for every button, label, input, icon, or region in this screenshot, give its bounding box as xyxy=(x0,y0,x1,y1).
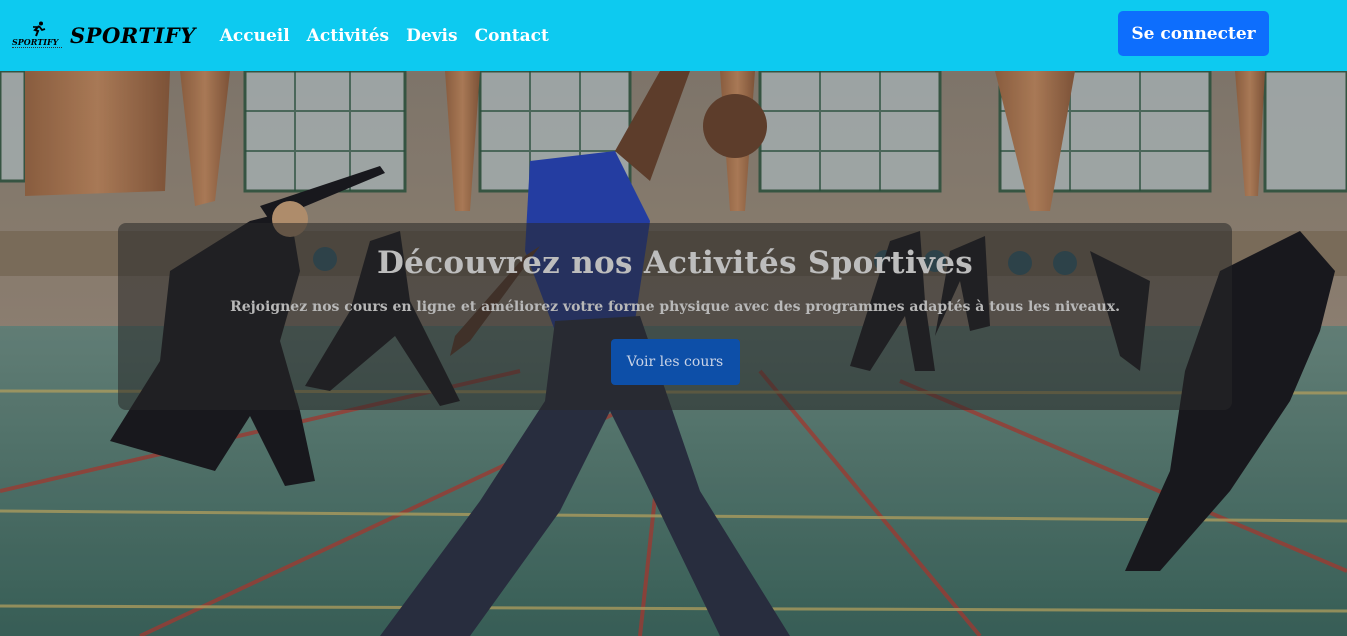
nav-links: Accueil Activités Devis Contact xyxy=(220,26,566,46)
logo: SPORTIFY xyxy=(12,21,62,51)
hero-overlay: Découvrez nos Activités Sportives Rejoig… xyxy=(118,223,1232,410)
nav-link-contact[interactable]: Contact xyxy=(475,26,549,46)
login-button[interactable]: Se connecter xyxy=(1118,11,1269,56)
brand-name: SPORTIFY xyxy=(70,23,196,48)
navbar: SPORTIFY SPORTIFY Accueil Activités Devi… xyxy=(0,0,1347,71)
nav-link-devis[interactable]: Devis xyxy=(406,26,457,46)
hero-title: Découvrez nos Activités Sportives xyxy=(377,245,973,281)
view-courses-button[interactable]: Voir les cours xyxy=(610,339,740,385)
hero-subtitle: Rejoignez nos cours en ligne et améliore… xyxy=(230,299,1120,315)
brand-link[interactable]: SPORTIFY SPORTIFY xyxy=(12,21,196,51)
runner-icon xyxy=(33,21,46,36)
hero-section: Découvrez nos Activités Sportives Rejoig… xyxy=(0,71,1347,636)
logo-underline xyxy=(12,46,62,50)
page: SPORTIFY SPORTIFY Accueil Activités Devi… xyxy=(0,0,1347,636)
nav-link-activites[interactable]: Activités xyxy=(307,26,389,46)
nav-link-accueil[interactable]: Accueil xyxy=(220,26,290,46)
logo-text: SPORTIFY xyxy=(12,36,59,47)
